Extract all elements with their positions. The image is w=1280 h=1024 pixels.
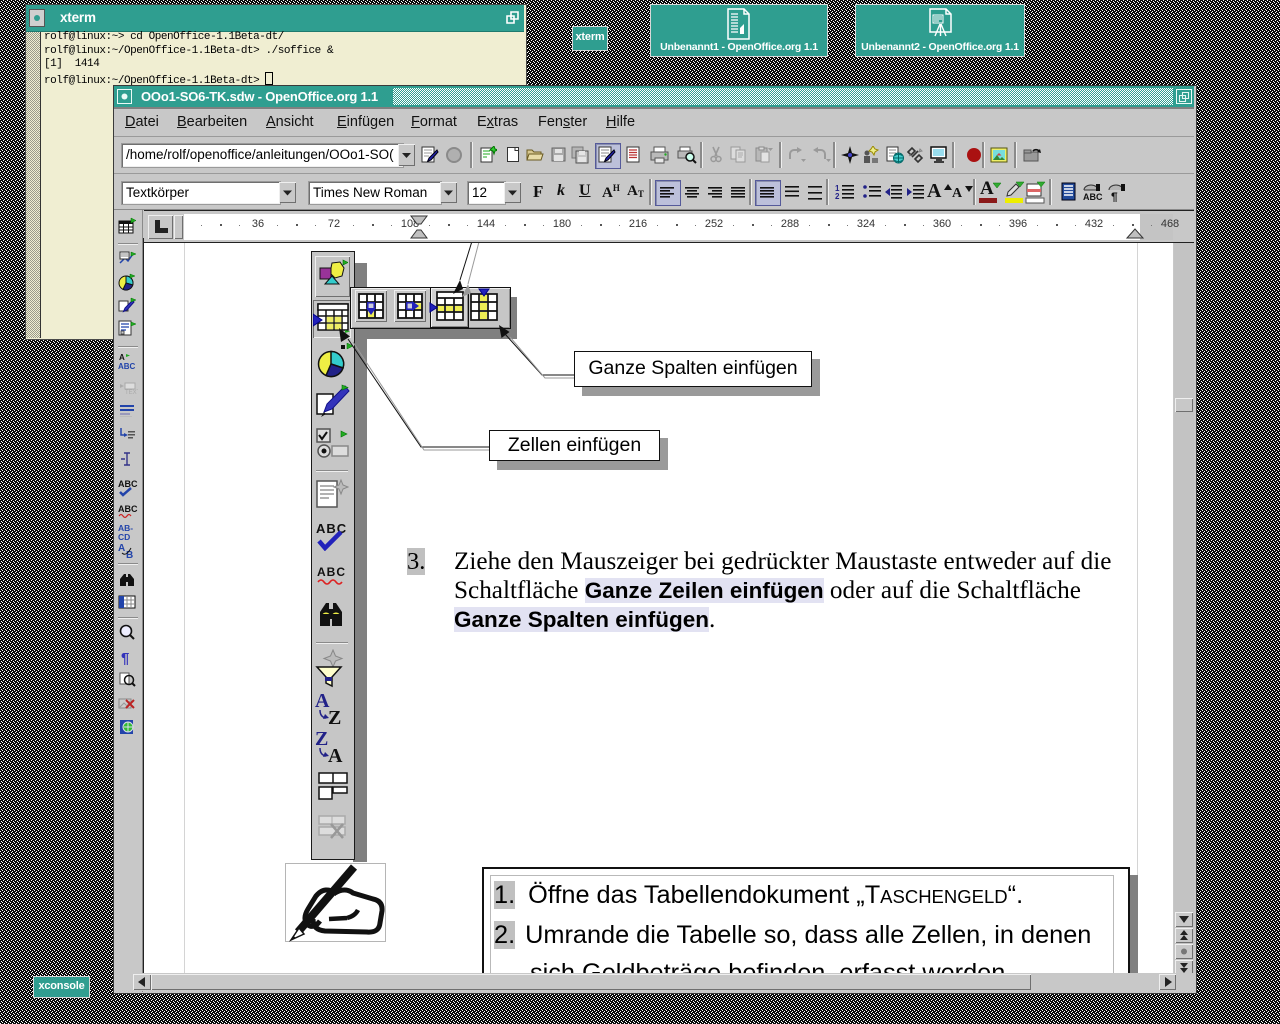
svg-text:ABC: ABC [118,504,138,514]
svg-text:2: 2 [835,192,840,201]
svg-text:TEXT: TEXT [125,390,138,396]
svg-text:ABC: ABC [1083,192,1103,202]
svg-text:¶: ¶ [1111,190,1118,202]
svg-text:¶: ¶ [121,650,129,667]
svg-text:A: A [118,543,125,554]
svg-text:B: B [126,550,133,561]
svg-text:ABC: ABC [118,362,136,371]
svg-text:A: A [119,353,125,362]
svg-text:ABC: ABC [118,479,138,489]
